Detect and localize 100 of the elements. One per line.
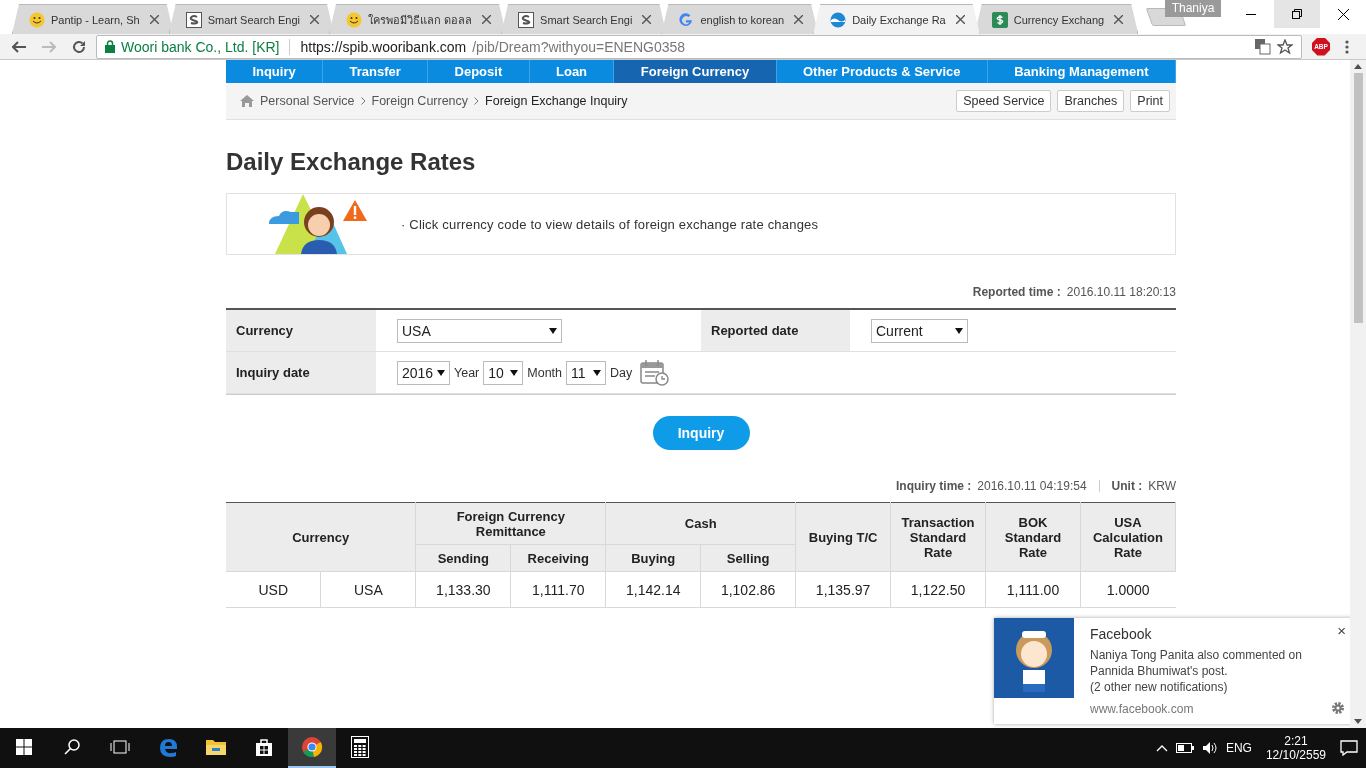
year-select[interactable]: 2016 xyxy=(397,360,450,385)
close-icon[interactable] xyxy=(1337,8,1349,20)
notification-message: Naniya Tong Panita also commented on Pannida Bhumiwat's post. xyxy=(1090,647,1303,679)
month-label: Month xyxy=(527,365,562,380)
caret-icon xyxy=(593,369,601,376)
field-label: Reported date xyxy=(701,310,850,352)
table-cell: USA xyxy=(320,571,416,608)
minimize-icon[interactable] xyxy=(1246,13,1256,15)
calendar-icon[interactable] xyxy=(640,358,671,387)
address-bar[interactable]: Woori bank Co., Ltd. [KR] https://spib.wooribank.com /pib/Dream?withyou=ENENG0358 xyxy=(96,34,1302,59)
notification-source: www.facebook.com xyxy=(1090,702,1194,716)
day-label: Day xyxy=(610,365,633,380)
table-cell: 1,102.86 xyxy=(700,571,796,608)
year-label: Year xyxy=(454,365,480,380)
column-header: Foreign Currency Remittance xyxy=(415,502,606,545)
reported-date-select[interactable]: Current xyxy=(871,318,968,343)
caret-up-icon[interactable] xyxy=(1155,744,1168,752)
lock-icon xyxy=(105,40,115,53)
unit-label: Unit : xyxy=(1111,479,1143,493)
reported-time-label: Reported time : xyxy=(972,285,1061,299)
store-icon[interactable] xyxy=(254,737,274,757)
chrome-icon[interactable] xyxy=(301,736,323,758)
scroll-up-icon[interactable] xyxy=(1354,64,1362,69)
reload-icon[interactable] xyxy=(72,39,86,54)
table-cell: 1,135.97 xyxy=(795,571,891,608)
column-header: Sending xyxy=(415,544,511,572)
edge-icon[interactable] xyxy=(157,736,179,758)
action-center-icon[interactable] xyxy=(1340,740,1358,756)
column-header: BOK Standard Rate xyxy=(985,502,1081,572)
utility-button[interactable]: Speed Service xyxy=(956,90,1052,112)
table-cell: 1,142.14 xyxy=(605,571,701,608)
unit-value: KRW xyxy=(1148,479,1176,493)
google-icon xyxy=(678,11,695,28)
chevron-icon xyxy=(360,97,366,105)
chevron-icon xyxy=(474,97,480,105)
task-view-icon[interactable] xyxy=(110,739,130,755)
breadcrumb-link[interactable]: Foreign Exchange Inquiry xyxy=(485,94,628,108)
battery-icon[interactable] xyxy=(1175,743,1194,753)
caret-icon xyxy=(549,327,557,334)
windows-icon[interactable] xyxy=(16,739,32,755)
notification-extra: (2 other new notifications) xyxy=(1090,679,1229,695)
caret-icon xyxy=(955,327,963,334)
taskbar-button[interactable] xyxy=(288,728,336,768)
calculator-icon[interactable] xyxy=(351,736,369,758)
dollar-icon xyxy=(991,11,1008,28)
scrollbar[interactable] xyxy=(1350,60,1366,728)
table-cell: 1,122.50 xyxy=(890,571,986,608)
language-indicator[interactable]: ENG xyxy=(1225,741,1252,755)
table-cell: 1,133.30 xyxy=(415,571,511,608)
scroll-down-icon[interactable] xyxy=(1354,719,1362,724)
close-button[interactable]: × xyxy=(1337,622,1346,639)
table-cell: 1,111.00 xyxy=(985,571,1081,608)
inquiry-time-value: 2016.10.11 04:19:54 xyxy=(977,479,1087,493)
column-header: Cash xyxy=(605,502,796,545)
notification-title: Facebook xyxy=(1090,626,1152,642)
translate-icon[interactable] xyxy=(1255,38,1271,55)
scrollbar-thumb[interactable] xyxy=(1353,73,1363,323)
page-title: Daily Exchange Rates xyxy=(226,148,477,177)
month-select[interactable]: 10 xyxy=(483,360,524,385)
site-identity: Woori bank Co., Ltd. [KR] xyxy=(121,38,280,55)
notice-text: · Click currency code to view details of foreign exchange rate changes xyxy=(401,216,819,232)
day-select[interactable]: 11 xyxy=(566,360,606,385)
table-cell: USD xyxy=(226,571,321,608)
breadcrumb-link[interactable]: Foreign Currency xyxy=(371,94,469,108)
back-icon[interactable] xyxy=(12,40,26,53)
field-label: Inquiry date xyxy=(226,352,376,394)
home-icon[interactable] xyxy=(240,95,254,107)
table-cell: 1,111.70 xyxy=(510,571,606,608)
column-header: Buying xyxy=(605,544,701,572)
restore-button[interactable] xyxy=(1274,0,1320,28)
smiley-icon xyxy=(346,11,362,28)
clock[interactable]: 2:21 12/10/2559 xyxy=(1265,734,1326,762)
field-label: Currency xyxy=(226,310,376,352)
nav-menu-item[interactable]: Foreign Currency xyxy=(614,60,777,83)
browser-tab[interactable]: Pantip - Learn, Sh xyxy=(12,4,174,34)
star-icon[interactable] xyxy=(1277,38,1293,55)
wave-logo-icon xyxy=(830,11,847,28)
url-host: https://spib.wooribank.com xyxy=(300,38,467,55)
speaker-icon[interactable] xyxy=(1201,741,1218,755)
column-header: Transaction Standard Rate xyxy=(890,502,986,572)
url-path: /pib/Dream?withyou=ENENG0358 xyxy=(472,38,687,55)
settings-icon[interactable] xyxy=(1331,701,1345,715)
utility-button[interactable]: Branches xyxy=(1057,90,1125,112)
search-icon[interactable] xyxy=(64,739,80,755)
browser-tab[interactable]: Smart Search Engi xyxy=(168,4,334,34)
breadcrumb-link[interactable]: Personal Service xyxy=(260,94,355,108)
menu-icon[interactable] xyxy=(1345,39,1349,54)
folder-icon[interactable] xyxy=(205,737,227,757)
column-header: Selling xyxy=(700,544,796,572)
s-logo-icon xyxy=(185,11,202,28)
column-header: USA Calculation Rate xyxy=(1080,502,1176,572)
s-logo-icon xyxy=(518,11,535,28)
restore-icon xyxy=(1292,9,1302,19)
currency-select[interactable]: USA xyxy=(397,318,562,343)
close-icon[interactable] xyxy=(955,15,965,24)
column-header: Receiving xyxy=(510,544,606,572)
inquiry-time-label: Inquiry time : xyxy=(896,479,972,493)
browser-tab[interactable]: Daily Exchange Ra xyxy=(813,4,980,34)
column-header: Buying T/C xyxy=(795,502,891,572)
utility-button[interactable]: Print xyxy=(1130,90,1170,112)
